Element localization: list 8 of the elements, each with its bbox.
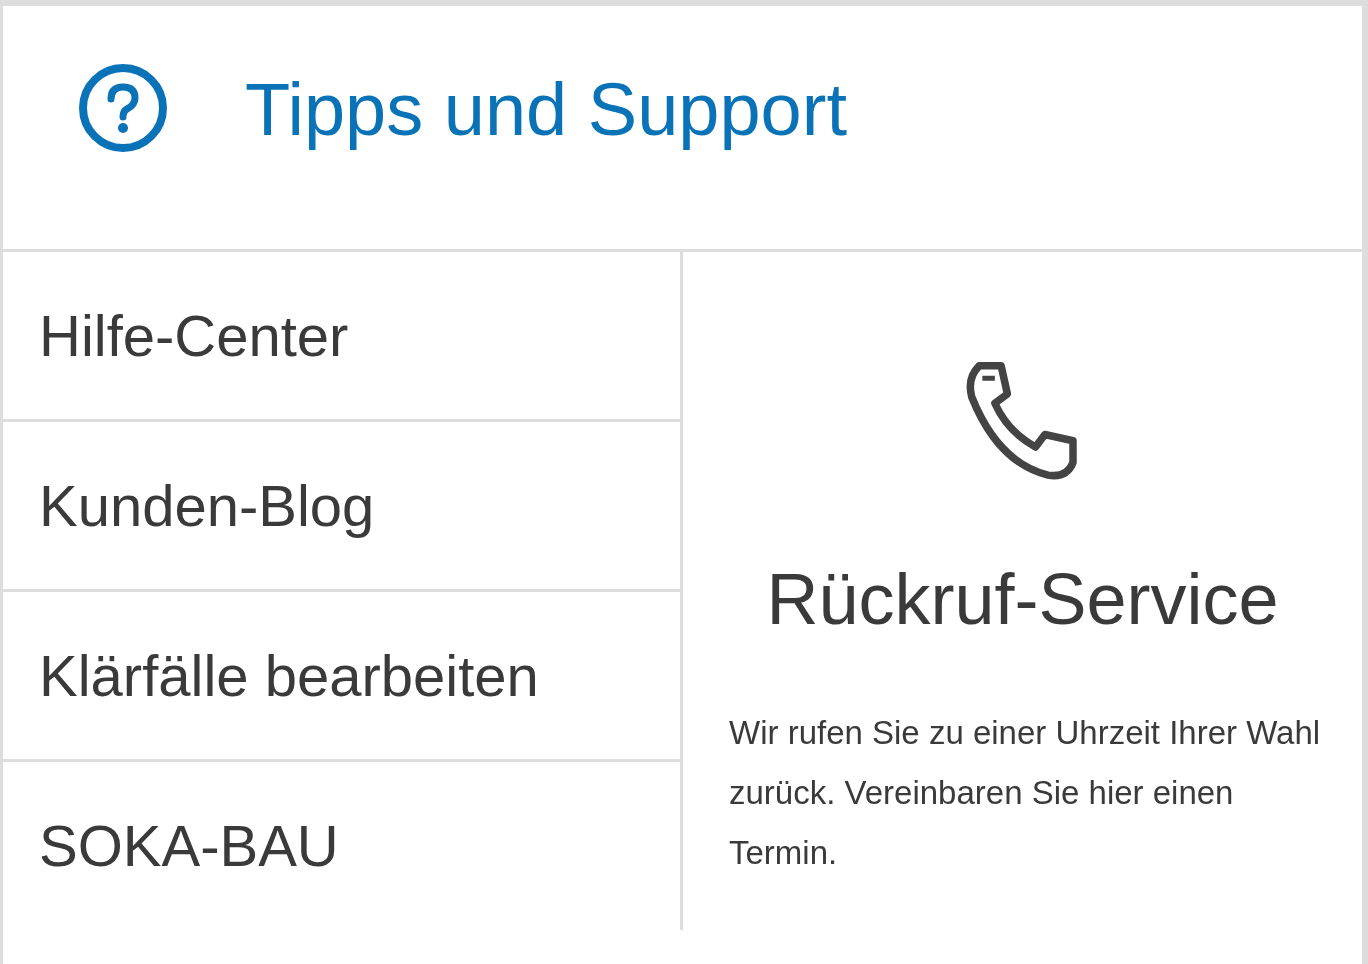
section-title: Tipps und Support — [245, 67, 847, 153]
menu-link[interactable]: Klärfälle bearbeiten — [3, 592, 680, 762]
menu-link[interactable]: Hilfe-Center — [3, 252, 680, 422]
menu-link[interactable]: Kunden-Blog — [3, 422, 680, 592]
help-icon — [78, 63, 168, 153]
callback-title[interactable]: Rückruf-Service — [766, 559, 1279, 639]
menu-link[interactable]: SOKA-BAU — [3, 762, 680, 929]
callback-description: Wir rufen Sie zu einer Uhrzeit Ihrer Wahl zurück. Vereinbaren Sie hier einen Termin. — [729, 713, 1322, 873]
